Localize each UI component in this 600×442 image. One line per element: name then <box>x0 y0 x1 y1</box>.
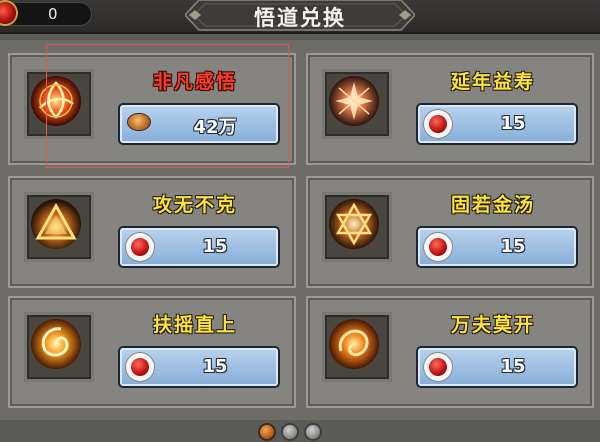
item-name: 延年益寿 <box>450 71 535 93</box>
price-button[interactable]: 15 <box>118 346 280 388</box>
red-gem-icon <box>424 353 452 381</box>
title-plate: 悟道兑换 <box>185 0 415 32</box>
page-dot-3[interactable] <box>306 425 320 439</box>
price-button[interactable]: 15 <box>416 346 578 388</box>
red-gem-icon <box>126 233 154 261</box>
price-amount: 15 <box>500 113 526 134</box>
item-card[interactable]: 扶摇直上 15 <box>8 296 296 408</box>
item-name: 扶摇直上 <box>152 314 237 336</box>
price-button[interactable]: 15 <box>416 226 578 268</box>
golden-hexagram-icon <box>329 199 379 249</box>
item-icon-frame <box>24 312 94 382</box>
flame-vortex-icon <box>329 319 379 369</box>
fire-swirl-icon <box>31 319 81 369</box>
page-dot-1[interactable] <box>260 425 274 439</box>
item-icon-frame <box>322 312 392 382</box>
item-card[interactable]: 万夫莫开 15 <box>306 296 594 408</box>
golden-triangle-icon <box>31 199 81 249</box>
price-button[interactable]: 15 <box>416 103 578 145</box>
item-icon-frame <box>322 69 392 139</box>
price-button[interactable]: 15 <box>118 226 280 268</box>
price-amount: 15 <box>500 236 526 257</box>
red-gem-icon <box>424 110 452 138</box>
currency-display: 0 <box>0 2 92 26</box>
red-gem-icon <box>0 2 16 24</box>
bottom-bar <box>0 420 600 442</box>
selection-highlight <box>46 44 289 168</box>
red-gem-icon <box>126 353 154 381</box>
item-card[interactable]: 攻无不克 15 <box>8 176 296 288</box>
page-title: 悟道兑换 <box>254 6 346 30</box>
amber-star-burst-icon <box>329 76 379 126</box>
top-bar: 0 悟道兑换 <box>0 0 600 34</box>
price-amount: 15 <box>202 236 228 257</box>
item-name: 攻无不克 <box>152 194 237 216</box>
red-gem-icon <box>424 233 452 261</box>
item-name: 固若金汤 <box>450 194 535 216</box>
item-name: 万夫莫开 <box>450 314 535 336</box>
price-amount: 15 <box>500 356 526 377</box>
item-icon-frame <box>24 192 94 262</box>
price-amount: 15 <box>202 356 228 377</box>
item-icon-frame <box>322 192 392 262</box>
currency-value: 0 <box>48 5 58 23</box>
item-card[interactable]: 延年益寿 15 <box>306 53 594 165</box>
page-dot-2[interactable] <box>283 425 297 439</box>
item-card[interactable]: 固若金汤 15 <box>306 176 594 288</box>
